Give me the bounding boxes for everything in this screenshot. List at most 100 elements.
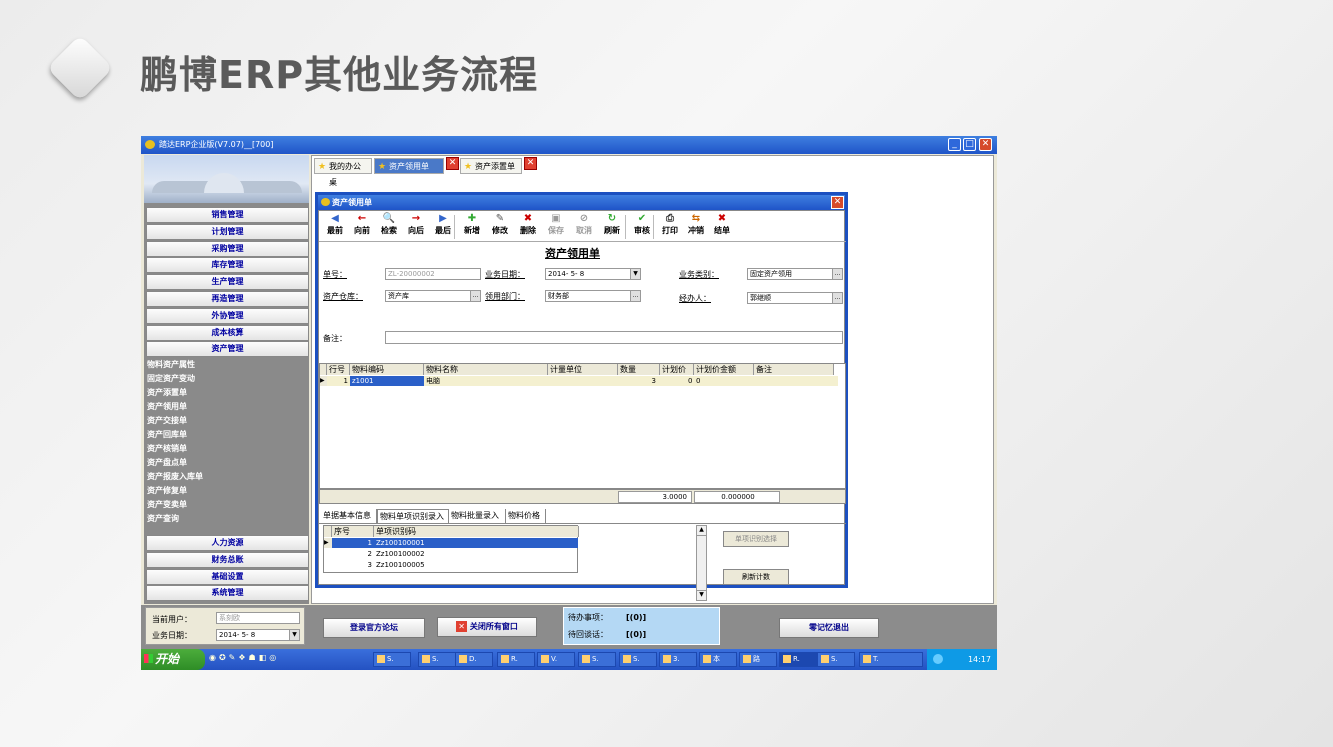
sidebar-menu-item[interactable]: 资产管理 bbox=[146, 341, 309, 358]
biz-date-field[interactable]: 2014- 5- 8 ▼ bbox=[545, 268, 641, 280]
sidebar-menu-item[interactable]: 财务总账 bbox=[146, 551, 309, 568]
ellipsis-icon[interactable]: … bbox=[470, 291, 480, 301]
subgrid-cell-code[interactable]: Zz100100002 bbox=[376, 549, 576, 559]
sidebar-menu-item[interactable]: 外协管理 bbox=[146, 307, 309, 324]
doc-no-field[interactable]: ZL-20000002 bbox=[385, 268, 481, 280]
warehouse-field[interactable]: 资产库… bbox=[385, 290, 481, 302]
taskbar-item[interactable]: S. bbox=[418, 652, 456, 667]
ellipsis-icon[interactable]: … bbox=[832, 293, 842, 303]
subgrid-cell-code[interactable]: Zz100100005 bbox=[376, 560, 576, 570]
first-icon: ◀ bbox=[331, 213, 339, 224]
sidebar-sub-item[interactable]: 资产核销单 bbox=[147, 442, 187, 456]
sidebar-menu-item[interactable]: 基础设置 bbox=[146, 568, 309, 585]
toolbar-button[interactable]: ⊘ 取消 bbox=[572, 214, 596, 240]
quick-launch-icons[interactable]: ◉✪✎❖☗◧◎ bbox=[209, 653, 369, 666]
dropdown-arrow-icon[interactable]: ▼ bbox=[289, 630, 299, 640]
ellipsis-icon[interactable]: … bbox=[832, 269, 842, 279]
toolbar-button[interactable]: ✖ 删除 bbox=[516, 214, 540, 240]
vertical-scrollbar[interactable]: ▲ ▼ bbox=[696, 525, 707, 601]
sidebar-menu-item[interactable]: 采购管理 bbox=[146, 240, 309, 257]
taskbar-item[interactable]: S. bbox=[578, 652, 616, 667]
taskbar-item[interactable]: T. bbox=[859, 652, 923, 667]
sidebar-sub-item[interactable]: 资产交接单 bbox=[147, 414, 187, 428]
refresh-count-button[interactable]: 刷新计数 bbox=[723, 569, 789, 585]
exit-button[interactable]: 零记忆退出 bbox=[779, 618, 879, 638]
close-icon[interactable]: ✕ bbox=[979, 138, 992, 151]
scroll-down-icon[interactable]: ▼ bbox=[697, 590, 706, 600]
dialog-close-icon[interactable]: ✕ bbox=[831, 196, 844, 209]
toolbar-button[interactable]: ← 向前 bbox=[350, 214, 374, 240]
tab-item[interactable]: ★ 我的办公桌 bbox=[314, 158, 372, 187]
id-select-button[interactable]: 单项识别选择 bbox=[723, 531, 789, 547]
sidebar-sub-item[interactable]: 资产报废入库单 bbox=[147, 470, 203, 484]
bottom-tab[interactable]: 物料批量录入 bbox=[449, 509, 506, 523]
sidebar-menu-item[interactable]: 计划管理 bbox=[146, 223, 309, 240]
subgrid-cell-code[interactable]: Zz100100001 bbox=[376, 538, 576, 548]
toolbar-button[interactable]: 🔍 检索 bbox=[377, 214, 401, 240]
sidebar-menu-item[interactable]: 销售管理 bbox=[146, 207, 309, 223]
taskbar-item[interactable]: 路 bbox=[739, 652, 777, 667]
toolbar-button[interactable]: ✔ 审核 bbox=[630, 214, 654, 240]
toolbar-button[interactable]: ▶ 最后 bbox=[431, 214, 455, 240]
toolbar-button[interactable]: → 向后 bbox=[404, 214, 428, 240]
approve-icon: ✔ bbox=[637, 213, 647, 224]
sidebar-sub-item[interactable]: 资产修复单 bbox=[147, 484, 187, 498]
maximize-icon[interactable]: □ bbox=[963, 138, 976, 151]
taskbar-app-icon bbox=[663, 655, 671, 663]
bottom-tab[interactable]: 物料单项识别录入 bbox=[377, 509, 449, 523]
toolbar-button[interactable]: ▣ 保存 bbox=[544, 214, 568, 240]
taskbar-item[interactable]: R. bbox=[497, 652, 535, 667]
toolbar-button[interactable]: ◀ 最前 bbox=[323, 214, 347, 240]
tab-item[interactable]: ★ 资产添置单 bbox=[460, 158, 522, 174]
sidebar-menu-item[interactable]: 再造管理 bbox=[146, 291, 309, 307]
biz-type-field[interactable]: 固定资产领用… bbox=[747, 268, 843, 280]
minimize-icon[interactable]: _ bbox=[948, 138, 961, 151]
toolbar-button[interactable]: ↻ 刷新 bbox=[600, 214, 624, 240]
handler-field[interactable]: 郭继顺… bbox=[747, 292, 843, 304]
toolbar-button[interactable]: ✖ 结单 bbox=[710, 214, 734, 240]
sidebar-menu-item[interactable]: 系统管理 bbox=[146, 585, 309, 602]
tab-item[interactable]: ★ 资产领用单 bbox=[374, 158, 444, 174]
tab-close-icon[interactable]: ✕ bbox=[524, 157, 537, 170]
sidebar-sub-item[interactable]: 资产回库单 bbox=[147, 428, 187, 442]
dept-field[interactable]: 财务部… bbox=[545, 290, 641, 302]
start-button[interactable]: 开始 bbox=[141, 649, 205, 670]
taskbar-item-label: S. bbox=[432, 655, 439, 663]
tab-close-icon[interactable]: ✕ bbox=[446, 157, 459, 170]
remark-field[interactable] bbox=[385, 331, 843, 344]
toolbar-button[interactable]: ⇆ 冲销 bbox=[684, 214, 708, 240]
sidebar-menu-item[interactable]: 成本核算 bbox=[146, 324, 309, 341]
toolbar-button[interactable]: ✚ 新增 bbox=[460, 214, 484, 240]
sidebar-menu-item[interactable]: 人力资源 bbox=[146, 535, 309, 551]
sidebar-sub-item[interactable]: 资产查询 bbox=[147, 512, 179, 526]
date-field[interactable]: 2014- 5- 8 ▼ bbox=[216, 629, 300, 641]
taskbar-item[interactable]: S. bbox=[817, 652, 855, 667]
toolbar-button[interactable]: ⎙ 打印 bbox=[658, 214, 682, 240]
taskbar-item[interactable]: S. bbox=[373, 652, 411, 667]
bottom-tab[interactable]: 物料价格 bbox=[506, 509, 546, 523]
bottom-tab[interactable]: 单据基本信息 bbox=[321, 509, 377, 523]
taskbar-item[interactable]: 3. bbox=[659, 652, 697, 667]
grid-cell-code[interactable]: z1001 bbox=[350, 376, 424, 386]
tray-icon[interactable] bbox=[933, 654, 943, 664]
sidebar-menu-item[interactable]: 库存管理 bbox=[146, 257, 309, 274]
toolbar-button[interactable]: ✎ 修改 bbox=[488, 214, 512, 240]
scroll-up-icon[interactable]: ▲ bbox=[697, 526, 706, 536]
sidebar-sub-item[interactable]: 固定资产变动 bbox=[147, 372, 195, 386]
sidebar-sub-item[interactable]: 资产领用单 bbox=[147, 400, 187, 414]
dropdown-arrow-icon[interactable]: ▼ bbox=[630, 269, 640, 279]
sidebar-sub-item[interactable]: 资产变卖单 bbox=[147, 498, 187, 512]
taskbar-item[interactable]: V. bbox=[537, 652, 575, 667]
sidebar-sub-item[interactable]: 物料资产属性 bbox=[147, 358, 195, 372]
sidebar-menu-item[interactable]: 生产管理 bbox=[146, 274, 309, 291]
taskbar-item[interactable]: 本 bbox=[699, 652, 737, 667]
taskbar-item[interactable]: D. bbox=[455, 652, 493, 667]
taskbar-item[interactable]: R. bbox=[779, 652, 817, 667]
forum-button[interactable]: 登录官方论坛 bbox=[323, 618, 425, 638]
ellipsis-icon[interactable]: … bbox=[630, 291, 640, 301]
id-code-grid: 序号 单项识别码 ▶ 1 Zz100100001 2 Zz100100002 3 Zz10010… bbox=[323, 525, 579, 573]
close-all-button[interactable]: ✕ 关闭所有窗口 bbox=[437, 617, 537, 637]
sidebar-sub-item[interactable]: 资产添置单 bbox=[147, 386, 187, 400]
sidebar-sub-item[interactable]: 资产盘点单 bbox=[147, 456, 187, 470]
taskbar-item[interactable]: S. bbox=[619, 652, 657, 667]
